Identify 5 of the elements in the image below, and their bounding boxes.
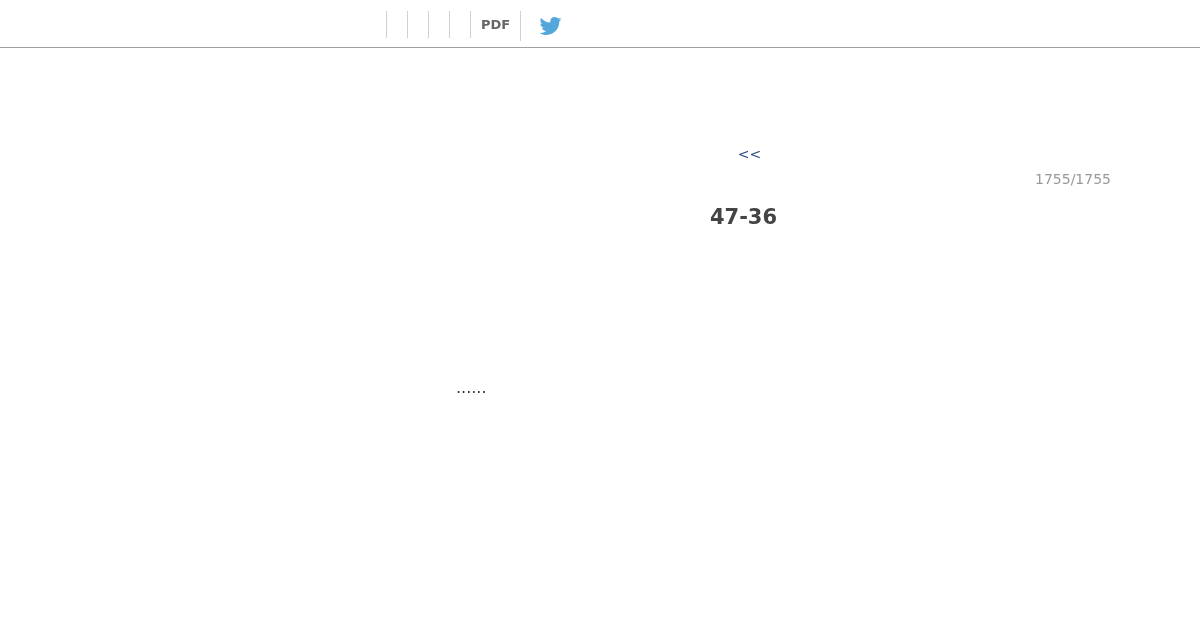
page-title: 47-36 [709, 204, 778, 231]
body-text: ...... [456, 377, 487, 399]
page-counter: 1755/1755 [1035, 170, 1111, 189]
pdf-link[interactable]: PDF [481, 16, 511, 33]
previous-link[interactable]: << [737, 144, 762, 164]
